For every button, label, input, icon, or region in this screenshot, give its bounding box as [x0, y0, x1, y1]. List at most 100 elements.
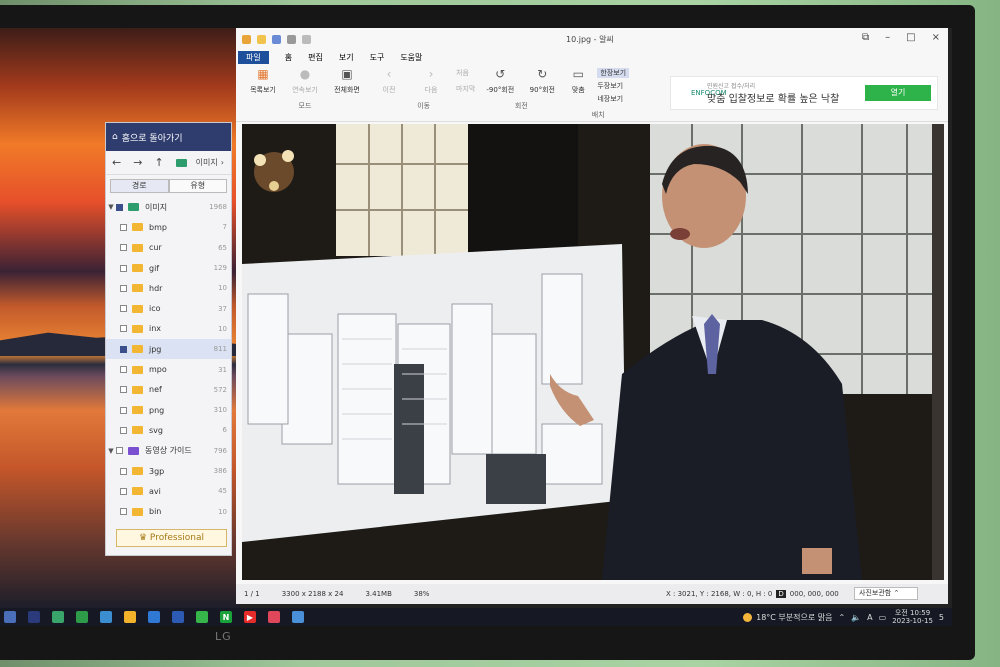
checkbox[interactable] — [120, 467, 127, 475]
four-view-button[interactable]: 네장보기 — [597, 94, 629, 104]
restore-window-icon[interactable]: ⧉ — [862, 32, 869, 43]
app-icon[interactable] — [100, 611, 112, 623]
checkbox[interactable] — [120, 325, 127, 333]
app-icon[interactable] — [196, 611, 208, 623]
ad-banner[interactable]: ENFOCOM 민원신고 접수/처리 맞춤 입찰정보로 확률 높은 낙찰 열기 — [670, 76, 938, 110]
image-folder-icon — [175, 158, 187, 167]
two-view-button[interactable]: 두장보기 — [597, 81, 629, 91]
checkbox[interactable] — [120, 406, 127, 414]
tree-item-images[interactable]: ▼ 이미지 1968 — [106, 197, 231, 217]
last-button[interactable]: 마지막 — [456, 84, 475, 94]
tree-item[interactable]: hdr 10 — [106, 278, 231, 298]
tree-item[interactable]: gif 129 — [106, 258, 231, 278]
checkbox[interactable] — [120, 305, 127, 313]
app-icon[interactable] — [52, 611, 64, 623]
maximize-icon[interactable]: □ — [906, 32, 915, 43]
menu-home[interactable]: 홈 — [285, 52, 292, 63]
tab-path[interactable]: 경로 — [110, 179, 169, 193]
save-icon[interactable] — [272, 34, 281, 44]
forward-arrow-icon[interactable]: → — [133, 156, 142, 169]
prev-button[interactable]: ‹ 이전 — [372, 66, 406, 95]
network-icon[interactable]: ▭ — [879, 613, 887, 622]
tree-item[interactable]: avi 45 — [106, 481, 231, 501]
single-view-button[interactable]: 한장보기 — [597, 68, 630, 78]
home-label: 홈으로 돌아가기 — [121, 133, 183, 144]
app-icon[interactable] — [172, 611, 184, 623]
fit-button[interactable]: ▭ 맞춤 — [567, 66, 589, 104]
list-view-button[interactable]: ▦ 목록보기 — [246, 66, 280, 95]
tree-item[interactable]: inx 10 — [106, 319, 231, 339]
checkbox[interactable] — [120, 426, 127, 434]
tree-item-video-guide[interactable]: ▼ 동영상 가이드 796 — [106, 441, 231, 461]
app-icon[interactable] — [124, 611, 136, 623]
system-tray: 18°C 부분적으로 맑음 ⌃ 🔈 A ▭ 오전 10:59 2023-10-1… — [743, 608, 944, 626]
home-button[interactable]: ⌂ 홈으로 돌아가기 — [106, 123, 231, 151]
tree-item[interactable]: bin 10 — [106, 501, 231, 521]
next-button[interactable]: › 다음 — [414, 66, 448, 95]
tree-item[interactable]: png 310 — [106, 400, 231, 420]
app-icon[interactable] — [148, 611, 160, 623]
tree-item[interactable]: mpo 31 — [106, 359, 231, 379]
app-icon[interactable] — [28, 611, 40, 623]
clock[interactable]: 오전 10:59 2023-10-15 — [892, 609, 933, 625]
close-icon[interactable]: × — [932, 32, 940, 43]
language-indicator[interactable]: A — [867, 613, 872, 622]
app-icon[interactable] — [76, 611, 88, 623]
tree-item[interactable]: svg 6 — [106, 420, 231, 440]
first-button[interactable]: 처음 — [456, 68, 475, 78]
window-title: 10.jpg - 알씨 — [566, 35, 614, 44]
photo-storage-dropdown[interactable]: 사진보관함 ⌃ — [854, 587, 918, 600]
folder-tree: ▼ 이미지 1968 bmp 7 cur 65 gif 129 hdr 10 ico 37… — [106, 197, 231, 522]
app-icon[interactable] — [4, 611, 16, 623]
expand-arrow-icon[interactable]: ▼ — [106, 447, 116, 455]
checkbox[interactable] — [120, 345, 127, 353]
naver-icon[interactable]: N — [220, 611, 232, 623]
ad-open-button[interactable]: 열기 — [865, 85, 931, 101]
checkbox[interactable] — [116, 203, 123, 211]
folder-icon — [132, 426, 143, 435]
tree-item[interactable]: ico 37 — [106, 298, 231, 318]
app-icon[interactable] — [292, 611, 304, 623]
tree-item[interactable]: bmp 7 — [106, 217, 231, 237]
slideshow-button[interactable]: ● 연속보기 — [288, 66, 322, 95]
notification-badge[interactable]: 5 — [939, 613, 944, 622]
tab-type[interactable]: 유형 — [168, 179, 227, 193]
checkbox[interactable] — [120, 264, 127, 272]
folder-icon — [132, 264, 143, 273]
menu-tools[interactable]: 도구 — [370, 52, 385, 63]
menu-edit[interactable]: 편집 — [308, 52, 323, 63]
up-arrow-icon[interactable]: ↑ — [154, 156, 163, 169]
checkbox[interactable] — [120, 508, 127, 516]
tree-item-selected[interactable]: jpg 811 — [106, 339, 231, 360]
volume-icon[interactable]: 🔈 — [851, 613, 861, 622]
checkbox[interactable] — [120, 244, 127, 252]
rotate-right-button[interactable]: ↻ 90°회전 — [525, 66, 559, 95]
checkbox[interactable] — [116, 447, 123, 455]
open-folder-icon[interactable] — [257, 34, 266, 44]
menu-view[interactable]: 보기 — [339, 52, 354, 63]
undo-icon[interactable] — [302, 34, 311, 44]
tree-item[interactable]: 3gp 386 — [106, 461, 231, 481]
checkbox[interactable] — [120, 284, 127, 292]
checkbox[interactable] — [120, 386, 127, 394]
rotate-left-button[interactable]: ↺ -90°회전 — [483, 66, 517, 95]
fullscreen-button[interactable]: ▣ 전체화면 — [330, 66, 364, 95]
menu-help[interactable]: 도움말 — [400, 52, 422, 63]
taskbar: N ▶ 18°C 부분적으로 맑음 ⌃ 🔈 A ▭ 오전 10:59 2023-… — [0, 608, 952, 626]
app-icon[interactable] — [268, 611, 280, 623]
checkbox[interactable] — [120, 366, 127, 374]
checkbox[interactable] — [120, 223, 127, 231]
youtube-icon[interactable]: ▶ — [244, 611, 256, 623]
chevron-up-icon[interactable]: ⌃ — [839, 613, 846, 622]
print-icon[interactable] — [287, 34, 296, 44]
back-arrow-icon[interactable]: ← — [112, 156, 121, 169]
professional-button[interactable]: ♛ Professional — [116, 529, 227, 547]
tree-item[interactable]: cur 65 — [106, 238, 231, 258]
minimize-icon[interactable]: – — [885, 32, 890, 43]
expand-arrow-icon[interactable]: ▼ — [106, 203, 116, 211]
menu-file[interactable]: 파일 — [238, 50, 269, 64]
weather-widget[interactable]: 18°C 부분적으로 맑음 — [743, 612, 833, 623]
checkbox[interactable] — [120, 487, 127, 495]
tree-item[interactable]: nef 572 — [106, 380, 231, 400]
breadcrumb[interactable]: 이미지 › — [175, 157, 224, 168]
